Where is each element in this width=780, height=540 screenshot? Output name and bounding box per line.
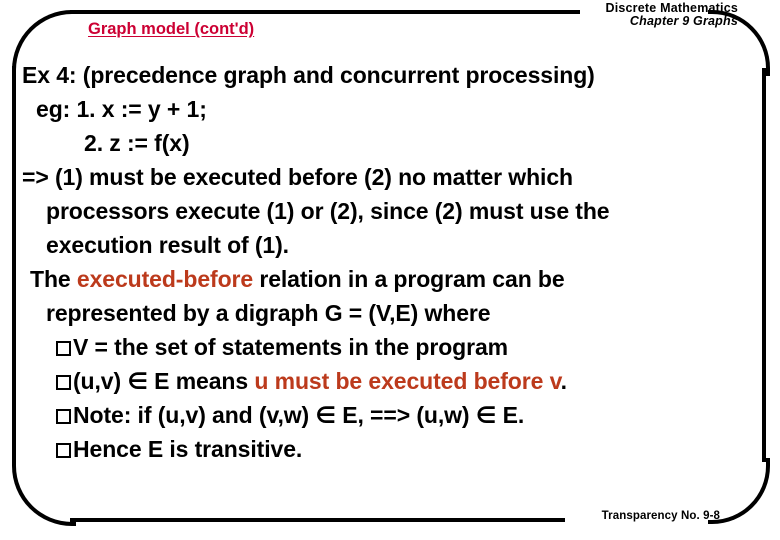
square-bullet-icon: [56, 443, 71, 458]
bullet-vertex-set-label: V = the set of statements in the program: [73, 334, 509, 360]
bullet-note-prefix: Note: if (u,v) and (v,w): [73, 402, 316, 428]
bullet-edge-period: .: [560, 368, 567, 394]
bullet-transitive-label: Hence E is transitive.: [73, 436, 303, 462]
bullet-edge-highlight: u must be executed before v: [254, 368, 561, 394]
relation-name-highlight: executed-before: [76, 266, 254, 292]
body-line-implication-cont1: processors execute (1) or (2), since (2)…: [46, 198, 610, 224]
square-bullet-icon: [56, 341, 71, 356]
square-bullet-icon: [56, 409, 71, 424]
bullet-transitivity-note: Note: if (u,v) and (v,w) ∈ E, ==> (u,w) …: [0, 398, 780, 432]
body-line-example-heading: Ex 4: (precedence graph and concurrent p…: [22, 62, 595, 88]
body-line-relation-def: The executed-before relation in a progra…: [0, 262, 780, 296]
body-line-implication-cont2: execution result of (1).: [46, 232, 289, 258]
bullet-note-mid: E, ==> (u,w): [335, 402, 476, 428]
relation-def-suffix: relation in a program can be: [253, 266, 565, 292]
element-of-icon: ∈: [475, 403, 497, 429]
bullet-vertex-set: V = the set of statements in the program: [0, 330, 780, 364]
body-line-statement-2: 2. z := f(x): [84, 130, 190, 156]
body-line-implication: => (1) must be executed before (2) no ma…: [22, 164, 573, 190]
bullet-edge-mid: E means: [147, 368, 255, 394]
page-title: Graph model (cont'd): [88, 20, 255, 38]
square-bullet-icon: [56, 375, 71, 390]
frame-rule-top: [70, 10, 580, 14]
body-line-statement-1: eg: 1. x := y + 1;: [36, 96, 207, 122]
chapter-title: Chapter 9 Graphs: [629, 14, 738, 29]
frame-corner-bottom-left: [12, 462, 76, 526]
slide-header: Discrete Mathematics Chapter 9 Graphs: [605, 1, 738, 29]
bullet-edge-prefix: (u,v): [73, 368, 128, 394]
body-line-digraph-def: represented by a digraph G = (V,E) where: [46, 300, 491, 326]
transparency-number: Transparency No. 9-8: [601, 510, 720, 522]
slide: Discrete Mathematics Chapter 9 Graphs Gr…: [0, 0, 780, 540]
bullet-transitive-conclusion: Hence E is transitive.: [0, 432, 780, 466]
element-of-icon: ∈: [127, 369, 148, 395]
slide-body: Ex 4: (precedence graph and concurrent p…: [0, 58, 780, 466]
relation-def-prefix: The: [30, 266, 77, 292]
frame-rule-bottom: [70, 518, 565, 522]
bullet-note-suffix: E.: [496, 402, 525, 428]
element-of-icon: ∈: [315, 403, 336, 429]
bullet-edge-meaning: (u,v) ∈ E means u must be executed befor…: [0, 364, 780, 398]
